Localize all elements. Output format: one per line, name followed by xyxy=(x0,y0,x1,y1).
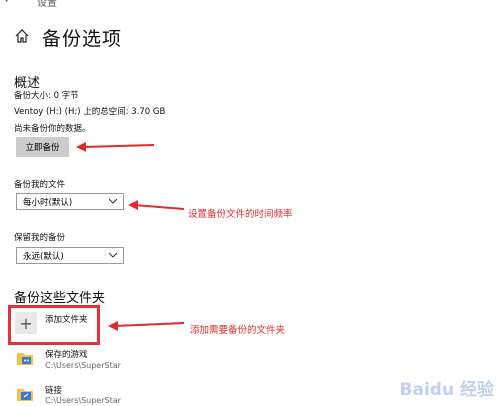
home-icon[interactable] xyxy=(14,28,30,44)
backup-size-text: 备份大小: 0 字节 xyxy=(14,91,79,101)
folders-heading: 备份这些文件夹 xyxy=(14,291,106,306)
annotation-arrow-2 xyxy=(128,200,184,210)
back-button[interactable]: ← xyxy=(4,0,15,7)
plus-icon: + xyxy=(19,313,33,333)
backup-now-button[interactable]: 立即备份 xyxy=(16,137,69,157)
saved-games-folder-icon xyxy=(17,353,33,365)
chevron-down-icon xyxy=(109,252,117,258)
add-folder-button[interactable]: + xyxy=(15,312,37,334)
add-folder-annotation: 添加需要备份的文件夹 xyxy=(190,325,286,336)
links-folder-icon xyxy=(17,389,33,401)
window-title: 设置 xyxy=(37,0,57,9)
frequency-annotation: 设置备份文件的时间频率 xyxy=(188,209,293,220)
add-folder-label[interactable]: 添加文件夹 xyxy=(45,313,88,325)
annotation-arrow-1 xyxy=(76,142,155,152)
folder-item-path: C:\Users\SuperStar xyxy=(45,396,121,405)
folder-item-path: C:\Users\SuperStar xyxy=(45,361,121,370)
retention-dropdown[interactable]: 永远(默认) xyxy=(16,247,124,264)
folder-item-name[interactable]: 保存的游戏 xyxy=(45,348,88,360)
drive-space-text: Ventoy (H:) (H:) 上的总空间: 3.70 GB xyxy=(14,107,166,117)
retention-selected-value: 永远(默认) xyxy=(23,251,64,262)
schedule-selected-value: 每小时(默认) xyxy=(23,197,73,208)
schedule-dropdown[interactable]: 每小时(默认) xyxy=(16,193,124,210)
backup-status-text: 尚未备份你的数据。 xyxy=(14,124,91,134)
page-title: 备份选项 xyxy=(42,28,123,50)
schedule-label: 备份我的文件 xyxy=(14,180,66,190)
baidu-watermark: Baidu 经验 xyxy=(399,380,494,400)
folder-item-name[interactable]: 链接 xyxy=(45,384,62,396)
retention-label: 保留我的备份 xyxy=(14,233,66,243)
chevron-down-icon xyxy=(109,198,117,204)
annotation-arrow-3 xyxy=(108,321,184,331)
